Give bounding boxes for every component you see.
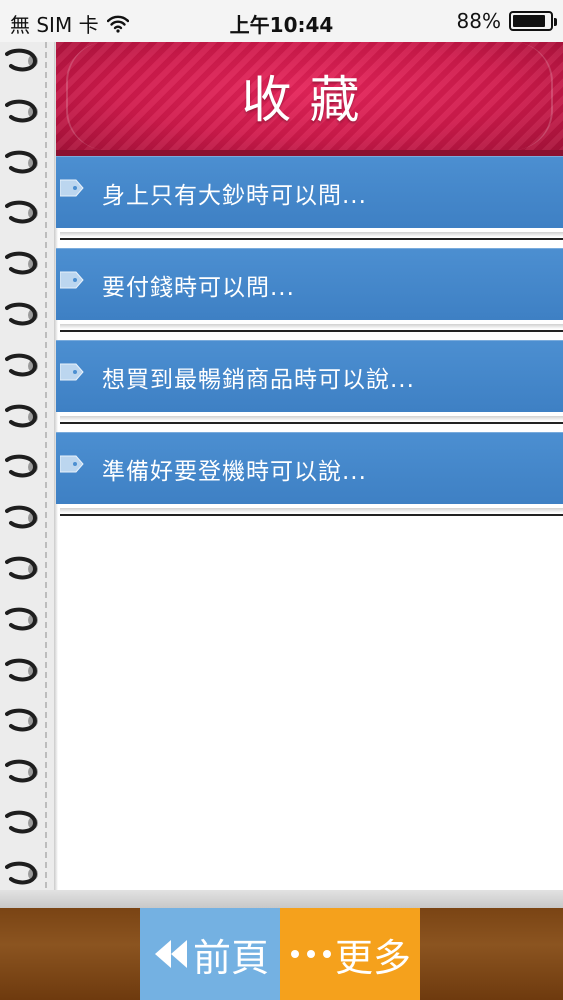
favorite-item-label: 身上只有大鈔時可以問... bbox=[102, 183, 367, 209]
bookmark-tag-icon bbox=[60, 455, 84, 473]
battery-fill bbox=[513, 15, 545, 27]
favorite-item-label: 準備好要登機時可以說... bbox=[102, 459, 367, 485]
bookmark-tag-icon bbox=[60, 363, 84, 381]
item-divider bbox=[60, 330, 563, 332]
bookmark-tag-icon bbox=[60, 179, 84, 197]
page-bottom-edge bbox=[0, 890, 563, 908]
binding-stitch-line bbox=[45, 42, 47, 908]
binding-ring-icon bbox=[5, 709, 38, 732]
double-chevron-left-icon bbox=[154, 940, 187, 968]
binding-ring-icon bbox=[5, 99, 38, 123]
previous-page-button[interactable]: 前頁 bbox=[140, 908, 280, 1000]
item-shadow bbox=[60, 232, 563, 237]
item-shadow bbox=[60, 324, 563, 329]
status-bar: 無 SIM 卡 上午10:44 88% bbox=[0, 0, 563, 42]
bottom-toolbar: 前頁 更多 bbox=[0, 908, 563, 1000]
battery-icon bbox=[509, 11, 557, 31]
favorite-item[interactable]: 準備好要登機時可以說... bbox=[56, 432, 563, 524]
binding-ring-icon bbox=[5, 556, 38, 580]
binding-ring-icon bbox=[5, 150, 38, 174]
status-right: 88% bbox=[456, 9, 557, 33]
favorite-item[interactable]: 想買到最暢銷商品時可以說... bbox=[56, 340, 563, 432]
item-divider bbox=[60, 238, 563, 240]
spiral-binding bbox=[0, 42, 56, 908]
item-shadow bbox=[60, 416, 563, 421]
favorite-item-bar[interactable]: 準備好要登機時可以說... bbox=[56, 432, 563, 504]
favorite-item-bar[interactable]: 想買到最暢銷商品時可以說... bbox=[56, 340, 563, 412]
favorites-list: 身上只有大鈔時可以問... 要付錢時可以問... 想買到最暢銷商品時可以說...… bbox=[56, 156, 563, 524]
binding-ring-icon bbox=[5, 658, 38, 682]
title-banner: 收藏 bbox=[56, 42, 563, 150]
binding-ring-icon bbox=[5, 48, 38, 72]
favorite-item-label: 想買到最暢銷商品時可以說... bbox=[102, 367, 415, 393]
binding-ring-icon bbox=[5, 861, 38, 885]
item-divider bbox=[60, 514, 563, 516]
ellipsis-icon bbox=[290, 950, 331, 958]
binding-ring-icon bbox=[5, 353, 38, 377]
favorite-item-bar[interactable]: 身上只有大鈔時可以問... bbox=[56, 156, 563, 228]
previous-page-label: 前頁 bbox=[192, 935, 269, 980]
favorite-item-bar[interactable]: 要付錢時可以問... bbox=[56, 248, 563, 320]
binding-ring-icon bbox=[5, 251, 38, 275]
binding-ring-icon bbox=[5, 302, 38, 326]
favorite-item[interactable]: 身上只有大鈔時可以問... bbox=[56, 156, 563, 248]
binding-ring-icon bbox=[5, 810, 38, 834]
binding-ring-icon bbox=[5, 759, 38, 783]
page-title: 收藏 bbox=[241, 71, 378, 129]
binding-ring-icon bbox=[5, 505, 38, 529]
binding-ring-icon bbox=[5, 404, 38, 428]
battery-percent: 88% bbox=[456, 9, 501, 33]
binding-ring-icon bbox=[5, 201, 38, 224]
binding-ring-icon bbox=[5, 455, 38, 478]
favorite-item[interactable]: 要付錢時可以問... bbox=[56, 248, 563, 340]
more-button[interactable]: 更多 bbox=[280, 908, 420, 1000]
favorite-item-label: 要付錢時可以問... bbox=[102, 275, 295, 301]
item-shadow bbox=[60, 508, 563, 513]
item-divider bbox=[60, 422, 563, 424]
notebook-page: 收藏 身上只有大鈔時可以問... 要付錢時可以問... 想買到最暢銷商品時可以說… bbox=[0, 42, 563, 908]
bookmark-tag-icon bbox=[60, 271, 84, 289]
more-label: 更多 bbox=[334, 935, 411, 980]
binding-ring-icon bbox=[5, 607, 38, 631]
